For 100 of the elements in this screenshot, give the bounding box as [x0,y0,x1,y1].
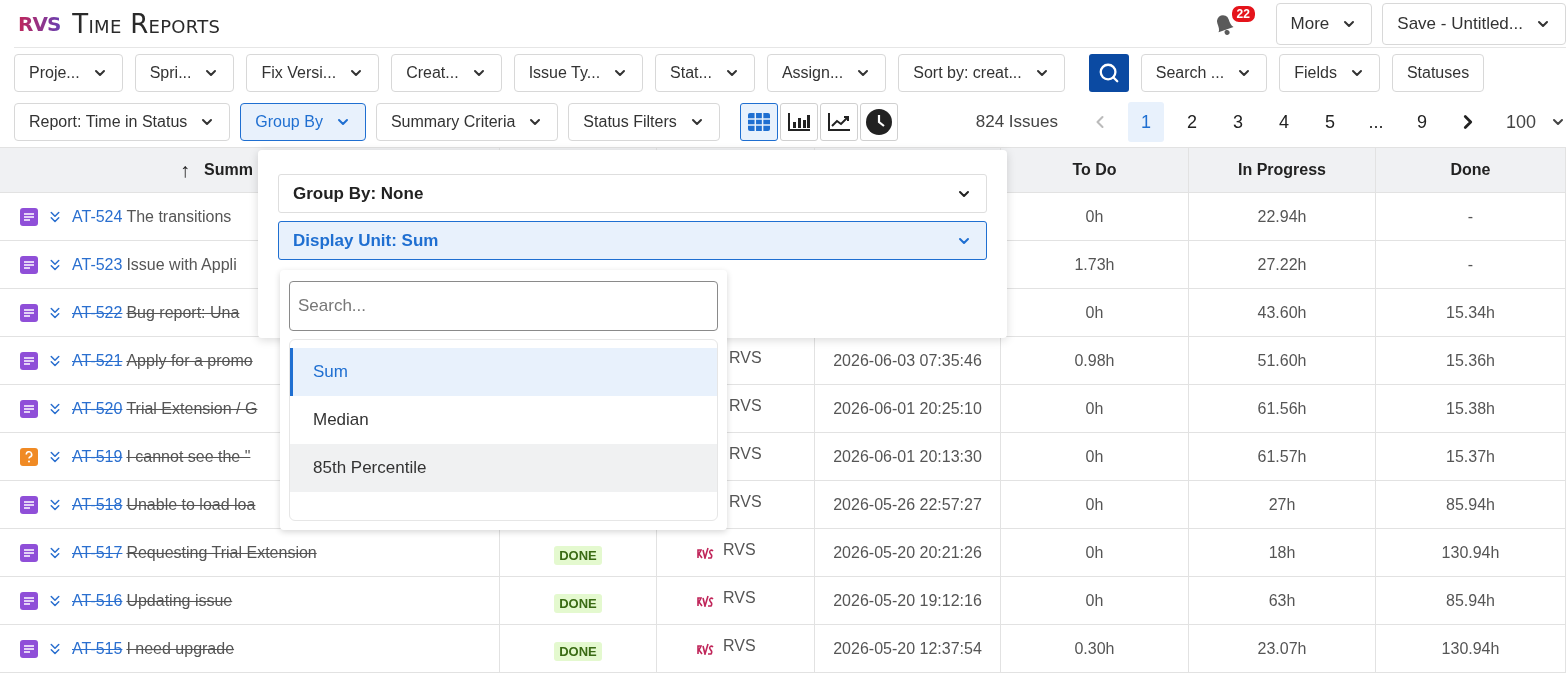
column-header[interactable]: To Do [1001,148,1189,193]
status-tag: DONE [554,594,602,613]
issue-summary: I cannot see the " [126,447,251,466]
table-cell: 0h [1001,529,1189,577]
issue-key-link[interactable]: AT-523 [72,255,123,274]
created-date: 2026-06-01 20:13:30 [833,447,982,466]
column-header[interactable]: Done [1376,148,1566,193]
assignee-name: RVS [729,492,762,511]
issue-summary: Unable to load loa [126,495,256,514]
table-cell: 85.94h [1376,577,1566,625]
issue-summary: Bug report: Una [126,303,240,322]
table-cell: 15.38h [1376,385,1566,433]
created-date: 2026-05-20 12:37:54 [833,639,982,658]
assignee-name: RVS [729,348,762,367]
issue-summary: The transitions [126,207,232,226]
issue-summary: Updating issue [126,591,233,610]
page-size-dropdown[interactable]: 100 [1495,111,1566,133]
table-cell: 43.60h [1189,289,1376,337]
report-dropdown[interactable]: Summary Criteria [375,103,559,141]
created-date: 2026-06-01 20:25:10 [833,399,982,418]
page-button[interactable]: 1 [1127,102,1164,142]
page-button[interactable]: 9 [1403,102,1440,142]
issue-key-link[interactable]: AT-524 [72,207,123,226]
select-dropdown[interactable]: Group By: None [278,174,987,213]
table-cell: 0.30h [1001,625,1189,673]
issue-summary: Apply for a promo [126,351,253,370]
note-icon [20,591,38,610]
table-cell: - [1376,241,1566,289]
issue-key-link[interactable]: AT-516 [72,591,123,610]
save-button[interactable]: Save - Untitled... [1382,2,1566,45]
filter-button[interactable]: Statuses [1391,54,1485,92]
filter-dropdown[interactable]: Spri... [134,54,235,92]
assignee-name: RVS [729,396,762,415]
search-field[interactable]: Search... [289,281,718,331]
page-button[interactable]: 4 [1265,102,1302,142]
option-item[interactable]: Sum [290,348,717,396]
note-icon [20,207,38,226]
report-dropdown[interactable]: Group By [240,103,366,141]
line-chart-icon [826,112,851,132]
table-cell: 0h [1001,385,1189,433]
option-item[interactable]: 85th Percentile [290,444,717,492]
note-icon [20,255,38,274]
filter-dropdown[interactable]: Assign... [766,54,887,92]
filter-dropdown[interactable]: Proje... [14,54,123,92]
search-icon [1097,62,1120,84]
table-cell: - [1376,193,1566,241]
note-icon [20,495,38,514]
filter-dropdown[interactable]: Sort by: creat... [898,54,1065,92]
filter-dropdown[interactable]: Fix Versi... [246,54,380,92]
note-icon [20,351,38,370]
note-icon [20,303,38,322]
issue-key-link[interactable]: AT-518 [72,495,123,514]
issue-key-link[interactable]: AT-522 [72,303,123,322]
filter-dropdown[interactable]: Creat... [391,54,502,92]
select-dropdown[interactable]: Display Unit: Sum [278,221,987,260]
report-dropdown[interactable]: Report: Time in Status [14,103,231,141]
page-button[interactable]: 5 [1311,102,1348,142]
table-cell: 61.57h [1189,433,1376,481]
issue-key-link[interactable]: AT-515 [72,639,123,658]
column-header[interactable]: Summ [204,161,253,179]
issue-key-link[interactable]: AT-517 [72,543,123,562]
option-item[interactable]: Median [290,396,717,444]
page-title: Time Reports [72,8,221,39]
table-cell: 85.94h [1376,481,1566,529]
assignee-name: RVS [723,588,756,607]
note-icon [20,399,38,418]
issue-key-link[interactable]: AT-520 [72,399,123,418]
filter-dropdown[interactable]: Search ... [1140,54,1268,92]
status-tag: DONE [554,546,602,565]
issue-key-link[interactable]: AT-521 [72,351,123,370]
table-cell: 22.94h [1189,193,1376,241]
table-cell: 0h [1001,433,1189,481]
issue-key-link[interactable]: AT-519 [72,447,123,466]
table-cell: 51.60h [1189,337,1376,385]
column-header[interactable]: In Progress [1189,148,1376,193]
filter-dropdown[interactable]: Fields [1279,54,1380,92]
page-button[interactable]: ... [1357,102,1394,142]
created-date: 2026-05-20 19:12:16 [833,591,982,610]
table-cell: 63h [1189,577,1376,625]
filter-dropdown[interactable]: Stat... [655,54,755,92]
sort-arrow: ↑ [180,158,190,182]
report-dropdown[interactable]: Status Filters [568,103,720,141]
search-button[interactable] [1088,54,1129,92]
page-button[interactable]: 2 [1173,102,1210,142]
assignee-name: RVS [729,444,762,463]
notification-badge: 22 [1229,3,1257,24]
bar-chart-icon [786,112,811,132]
page-button[interactable]: 3 [1219,102,1256,142]
table-cell: 15.34h [1376,289,1566,337]
more-button[interactable]: More [1275,2,1373,45]
table-cell: 0.98h [1001,337,1189,385]
table-cell: 15.36h [1376,337,1566,385]
created-date: 2026-05-20 20:21:26 [833,543,982,562]
assignee-name: RVS [723,636,756,655]
filter-dropdown[interactable]: Issue Ty... [513,54,644,92]
issue-summary: Trial Extension / G [126,399,258,418]
table-cell: 15.37h [1376,433,1566,481]
table-cell: 27.22h [1189,241,1376,289]
table-cell: 27h [1189,481,1376,529]
question-icon [20,447,38,466]
